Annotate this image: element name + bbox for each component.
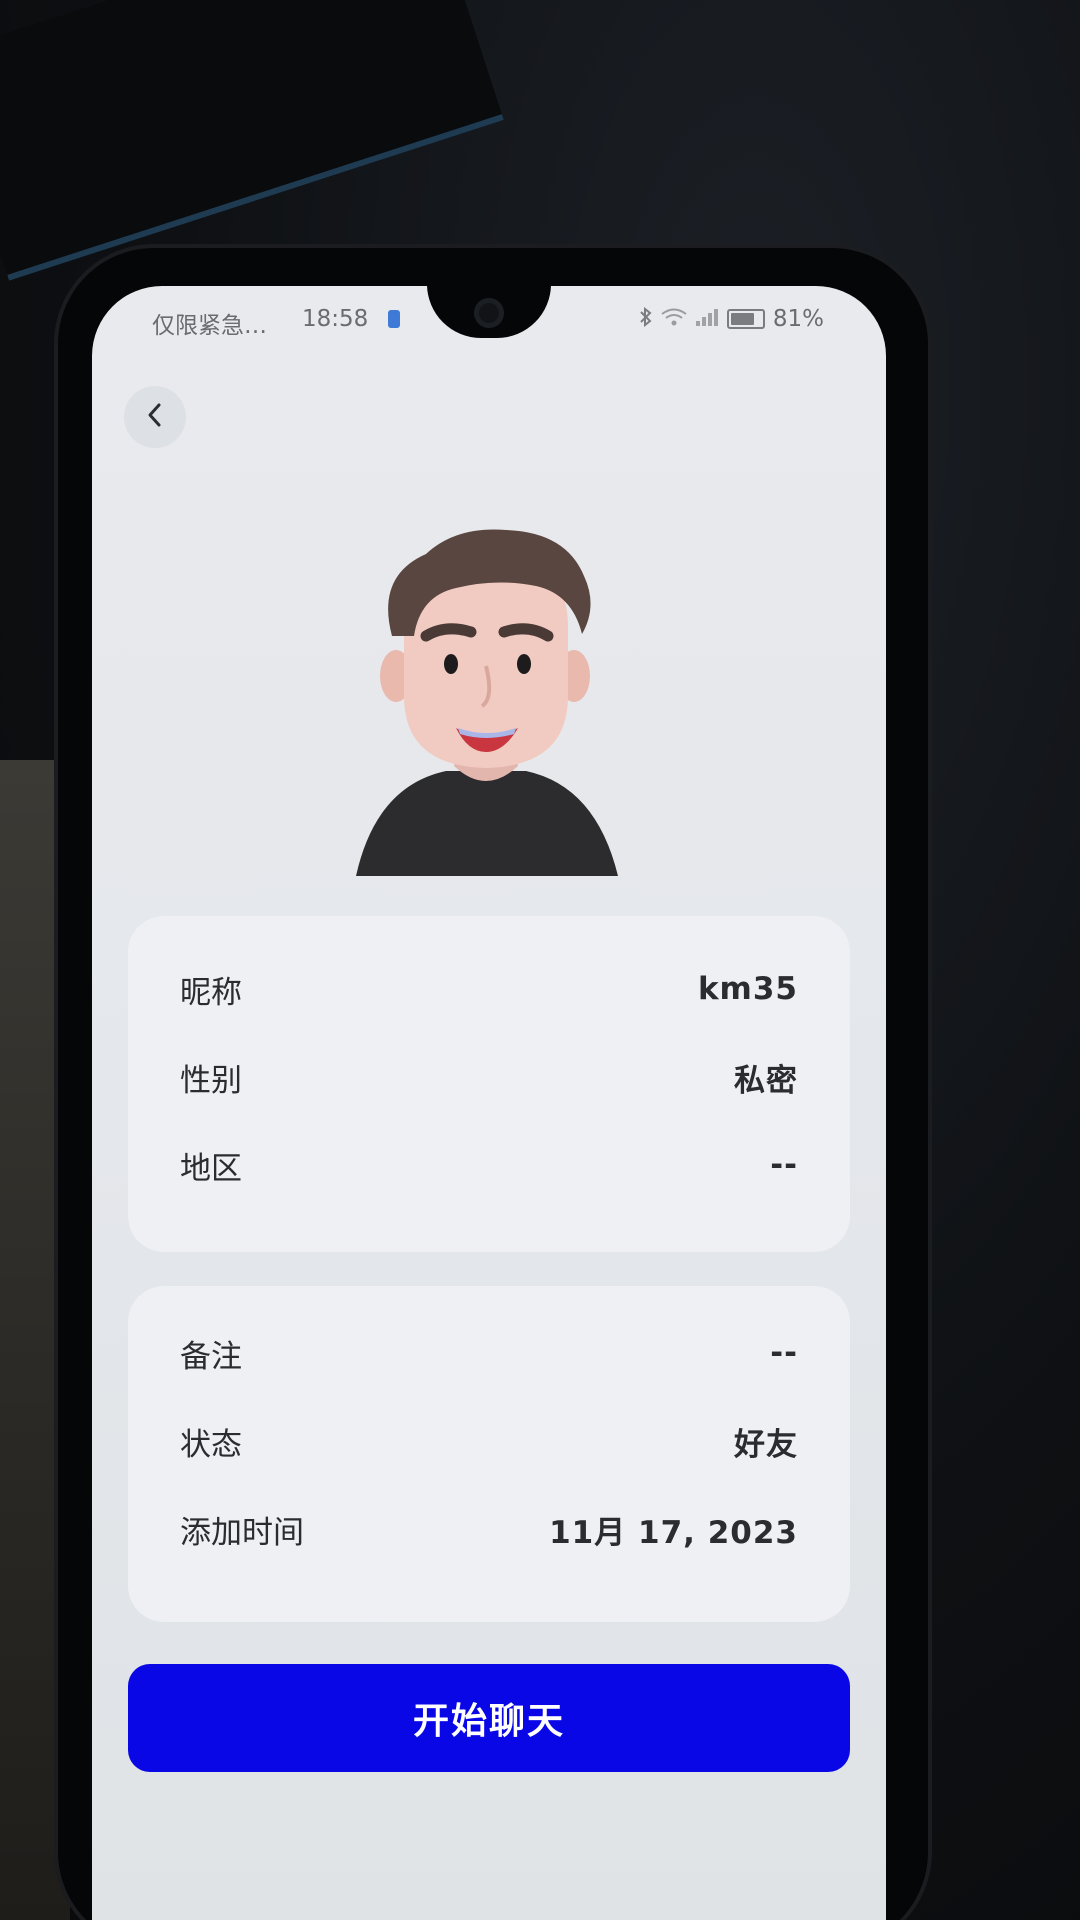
added-time-value: 11月 17, 2023 [549,1514,798,1551]
back-button[interactable] [124,386,186,448]
status-label: 状态 [180,1426,242,1463]
front-camera [474,298,504,328]
nickname-label: 昵称 [180,974,242,1011]
background-object [0,0,504,281]
region-label: 地区 [180,1150,242,1187]
signal-icon [695,307,719,332]
notification-icon [388,310,400,328]
phone-screen: 仅限紧急… 18:58 81% 昵称 km35 性别 私密 地区 -- 备注 -… [92,286,886,1920]
region-value: -- [770,1147,798,1183]
bluetooth-icon [639,306,653,332]
status-icons: 81% [639,306,824,332]
gender-value: 私密 [734,1062,798,1099]
nickname-row: 昵称 km35 [180,964,798,1014]
added-time-label: 添加时间 [180,1514,304,1551]
gender-label: 性别 [180,1062,242,1099]
remark-row[interactable]: 备注 -- [180,1328,798,1378]
nickname-value: km35 [697,971,798,1007]
start-chat-button[interactable]: 开始聊天 [128,1664,850,1772]
status-row: 状态 好友 [180,1416,798,1466]
battery-percent: 81% [772,306,824,332]
profile-info-card: 昵称 km35 性别 私密 地区 -- [128,916,850,1252]
battery-icon [726,309,765,329]
avatar [336,516,636,876]
status-value: 好友 [734,1426,798,1463]
photo-scene: 仅限紧急… 18:58 81% 昵称 km35 性别 私密 地区 -- 备注 -… [0,0,1080,1920]
battery-fill [730,313,754,325]
gender-row: 性别 私密 [180,1052,798,1102]
relation-info-card: 备注 -- 状态 好友 添加时间 11月 17, 2023 [128,1286,850,1622]
clock: 18:58 [302,306,369,332]
chevron-left-icon [144,397,166,437]
remark-label: 备注 [180,1338,242,1375]
added-time-row: 添加时间 11月 17, 2023 [180,1504,798,1554]
remark-value: -- [770,1335,798,1371]
region-row: 地区 -- [180,1140,798,1190]
wifi-icon [661,307,687,332]
carrier-text: 仅限紧急… [152,313,267,339]
